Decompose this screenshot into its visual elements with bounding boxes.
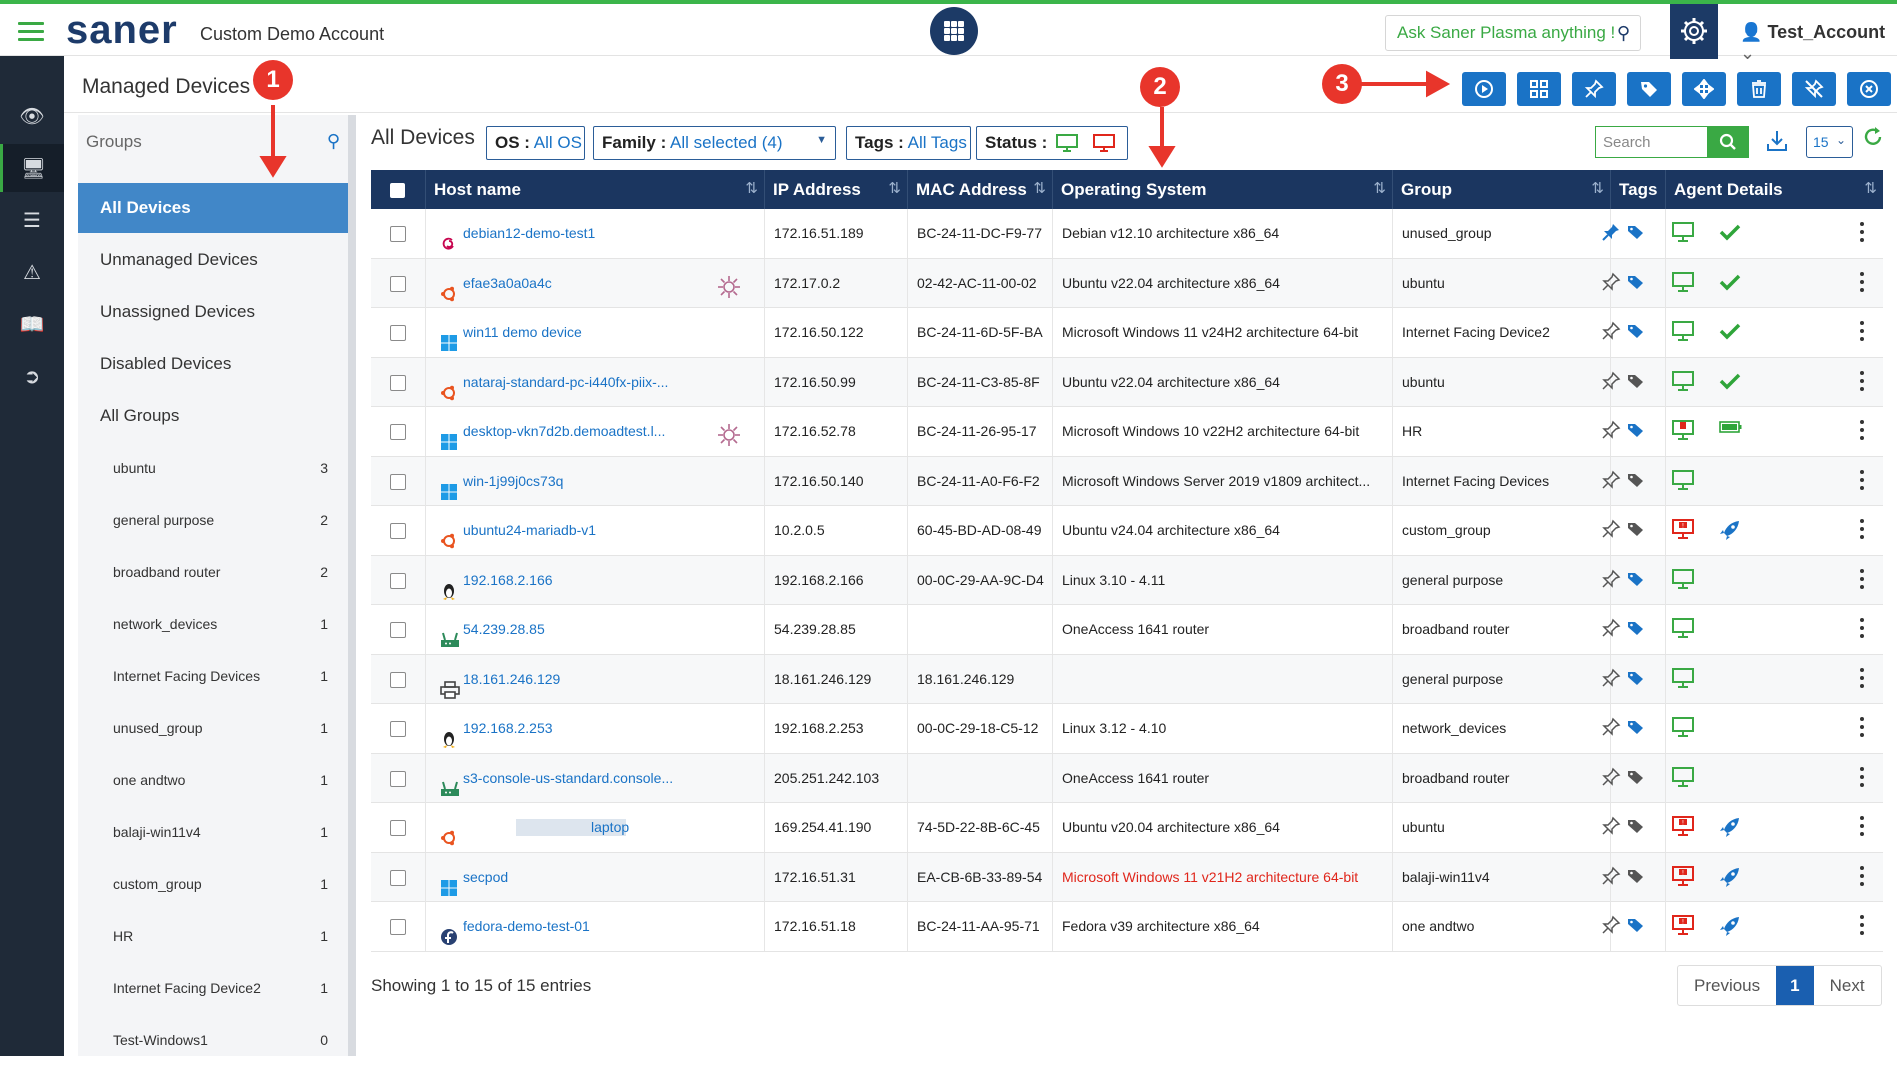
annotation-arrows	[259, 70, 1451, 178]
annotation-badge-2: 2	[1140, 67, 1180, 107]
annotation-badge-1: 1	[253, 60, 293, 100]
annotation-badge-3: 3	[1322, 64, 1362, 104]
